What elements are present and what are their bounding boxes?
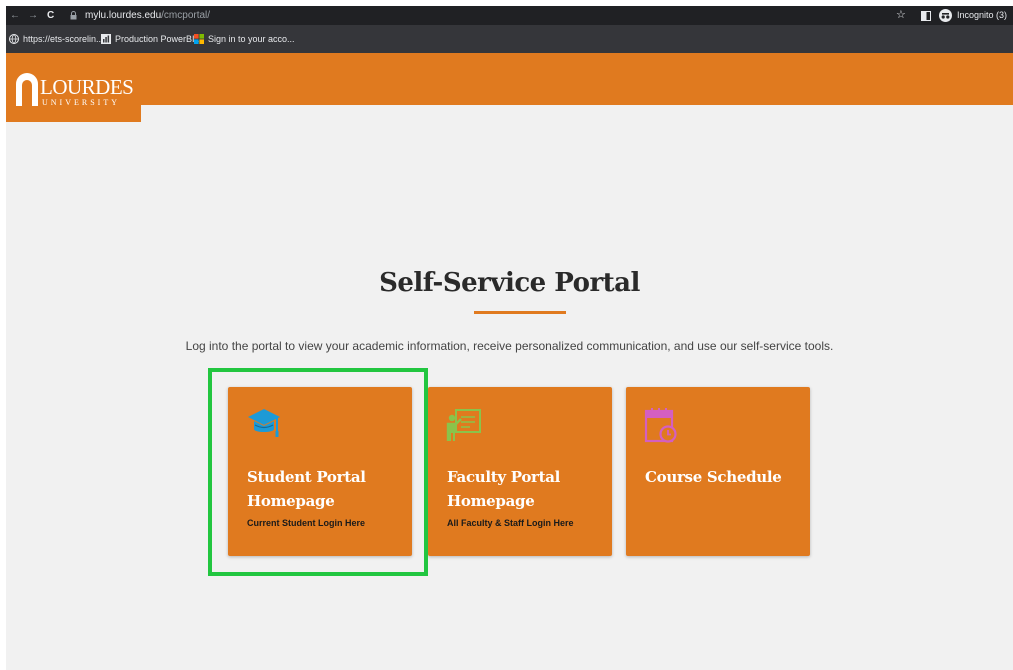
- bookmark-item[interactable]: https://ets-scorelin...: [9, 25, 104, 53]
- logo-name: LOURDES: [40, 75, 134, 99]
- microsoft-icon: [194, 34, 204, 44]
- powerbi-icon: [101, 34, 111, 44]
- card-title: Faculty Portal Homepage: [447, 468, 561, 510]
- title-underline: [474, 311, 566, 314]
- highlight-box: [208, 368, 428, 576]
- reload-button[interactable]: C: [47, 6, 54, 25]
- bookmark-label: Sign in to your acco...: [208, 34, 295, 44]
- card-title: Course Schedule: [645, 468, 782, 486]
- site-header: [6, 53, 1013, 105]
- incognito-label[interactable]: Incognito (3): [957, 6, 1007, 25]
- url-text: mylu.lourdes.edu/cmcportal/: [85, 6, 210, 25]
- teacher-board-icon: [446, 409, 481, 441]
- url-host: mylu.lourdes.edu: [85, 10, 162, 21]
- lourdes-logo[interactable]: LOURDES UNIVERSITY: [6, 53, 141, 122]
- forward-button[interactable]: →: [28, 6, 38, 25]
- bookmark-item[interactable]: Production PowerBI...: [101, 25, 202, 53]
- bookmark-label: Production PowerBI...: [115, 34, 203, 44]
- page-title: Self-Service Portal: [379, 268, 640, 298]
- browser-toolbar: ← → C mylu.lourdes.edu/cmcportal/ ☆ Inco…: [6, 6, 1013, 25]
- back-button[interactable]: ←: [10, 6, 20, 25]
- course-schedule-card[interactable]: Course Schedule: [626, 387, 810, 556]
- browser-window: ← → C mylu.lourdes.edu/cmcportal/ ☆ Inco…: [6, 6, 1013, 670]
- bookmark-star-icon[interactable]: ☆: [896, 6, 906, 25]
- card-subtitle: All Faculty & Staff Login Here: [447, 518, 574, 528]
- page-subtitle: Log into the portal to view your academi…: [185, 339, 834, 353]
- logo-subtitle: UNIVERSITY: [42, 98, 120, 107]
- faculty-portal-card[interactable]: Faculty Portal Homepage All Faculty & St…: [428, 387, 612, 556]
- globe-icon: [9, 34, 19, 44]
- lock-icon: [70, 11, 77, 20]
- arch-logo-icon: [16, 73, 38, 106]
- sidepanel-icon[interactable]: [921, 11, 931, 21]
- bookmark-item[interactable]: Sign in to your acco...: [194, 25, 295, 53]
- calendar-clock-icon: [644, 408, 677, 443]
- bookmarks-bar: https://ets-scorelin... Production Power…: [6, 25, 1013, 53]
- incognito-icon: [939, 9, 952, 22]
- bookmark-label: https://ets-scorelin...: [23, 34, 104, 44]
- url-path: /cmcportal/: [161, 10, 211, 21]
